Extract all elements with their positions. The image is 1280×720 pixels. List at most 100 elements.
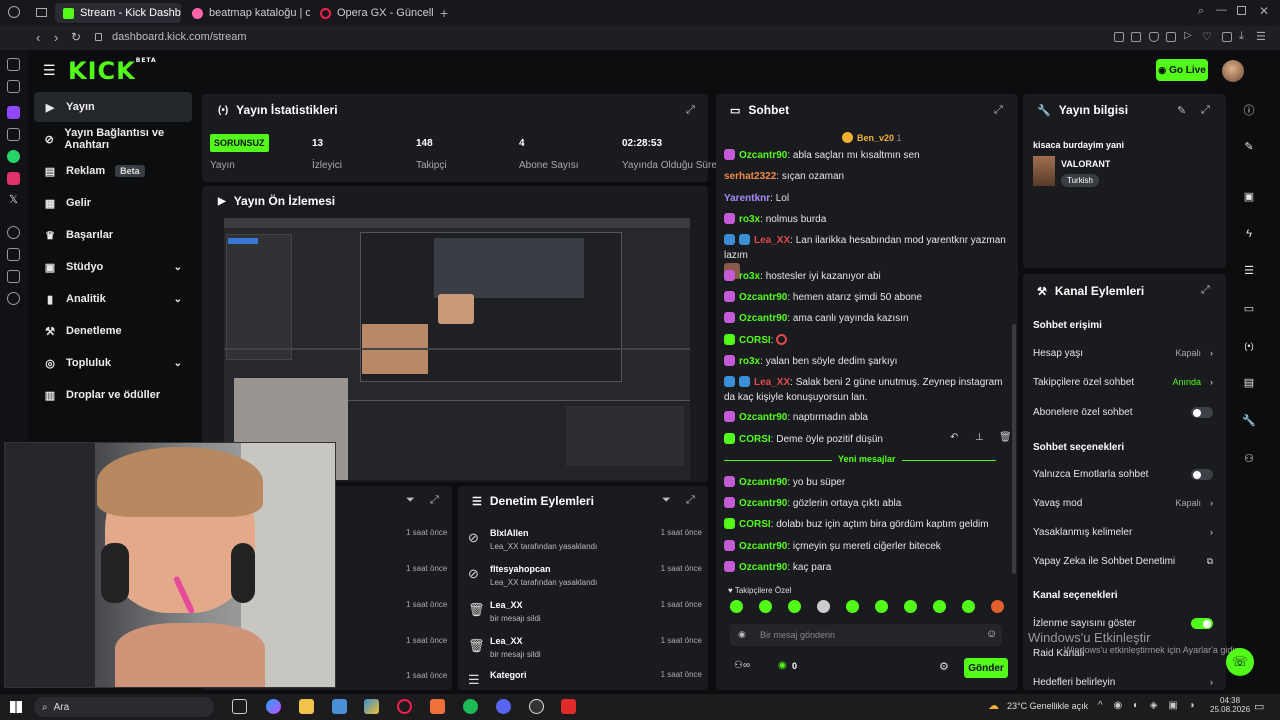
list-item[interactable]: 🗑 Lea_XX bir mesajı sildi 1 saat önce [468, 634, 702, 668]
hamburger-icon[interactable]: ☰ [43, 62, 56, 79]
help-chat-icon[interactable]: ☏ [1226, 648, 1254, 676]
gear-icon[interactable]: ⚙ [939, 660, 949, 673]
forward-icon[interactable]: › [54, 30, 58, 45]
opera-menu-icon[interactable] [8, 6, 20, 18]
weather-text[interactable]: 23°C Genellikle açık [1007, 701, 1088, 711]
reload-icon[interactable]: ↻ [71, 30, 81, 44]
x-twitter-icon[interactable]: 𝕏 [7, 194, 20, 207]
minimize-icon[interactable]: — [1216, 4, 1227, 16]
chat-message[interactable]: ro3x: nolmus burda [724, 212, 1008, 227]
file-explorer-icon[interactable] [299, 699, 314, 714]
sidebar-item-gelir[interactable]: ▦ Gelir [34, 188, 192, 218]
chat-message[interactable]: CORSI: Deme öyle pozitif düşün [724, 432, 1008, 447]
expand-icon[interactable]: ⤢ [686, 104, 695, 117]
expand-icon[interactable]: ⤢ [1201, 284, 1210, 297]
sidebar-cleaner-icon[interactable] [7, 128, 20, 141]
followers-chat-setting[interactable]: Takipçilere özel sohbet Anında › [1033, 377, 1213, 391]
trash-icon[interactable]: 🗑 [999, 432, 1012, 443]
emote-icon[interactable] [730, 600, 743, 613]
screenshot-icon[interactable] [1131, 32, 1141, 42]
firefox-icon[interactable] [430, 699, 445, 714]
tab-opera-gx[interactable]: Opera GX - Güncelleme tar [312, 3, 434, 23]
new-tab-icon[interactable]: + [440, 5, 448, 21]
sidebar-item-studyo[interactable]: ▣ Stüdyo ⌄ [34, 252, 192, 282]
chat-message[interactable]: Lea_XX: Salak beni 2 güne unutmuş. Zeyne… [724, 375, 1008, 405]
chat-message[interactable]: CORSI: dolabı buz için açtım bira gördüm… [724, 517, 1008, 532]
emote-icon[interactable] [759, 600, 772, 613]
snapshot-icon[interactable] [1114, 32, 1124, 42]
chat-message[interactable]: Ozcantr90: kaç para [724, 560, 1008, 575]
broadcast-icon[interactable]: (•) [1239, 336, 1259, 356]
community-icon[interactable]: ⚇∞ [734, 660, 750, 671]
info-icon[interactable]: ⓘ [1239, 100, 1259, 120]
close-window-icon[interactable]: ✕ [1259, 4, 1269, 18]
tab-kick-dashboard[interactable]: Stream - Kick Dashboard [55, 3, 181, 23]
list-icon[interactable]: ☰ [1239, 260, 1259, 280]
account-age-setting[interactable]: Hesap yaşı Kapalı › [1033, 348, 1213, 362]
instagram-icon[interactable] [7, 172, 20, 185]
ai-moderation-setting[interactable]: Yapay Zeka ile Sohbet Denetimi ⧉ [1033, 556, 1213, 570]
edit-icon[interactable]: ✎ [1239, 136, 1259, 156]
sidebar-item-analitik[interactable]: ▮ Analitik ⌄ [34, 284, 192, 314]
sidebar-item-yayin[interactable]: ▶ Yayın [34, 92, 192, 122]
system-tray-icons[interactable]: ^ ◉ ◐ ◈ ▣ ◑ [1098, 700, 1199, 711]
twitch-icon[interactable] [7, 106, 20, 119]
task-view-icon[interactable] [232, 699, 247, 714]
chat-message[interactable]: ro3x: yalan ben söyle dedim şarkıyı [724, 354, 1008, 369]
chat-message[interactable]: Ozcantr90: hemen atarız şimdi 50 abone [724, 290, 1008, 305]
chat-message[interactable]: Ozcantr90: naptırmadın abla [724, 410, 1008, 425]
list-item[interactable]: ☰ Kategori 1 saat önce [468, 668, 702, 688]
list-item[interactable]: 🗑 Lea_XX bir mesajı sildi 1 saat önce [468, 598, 702, 632]
show-viewers-toggle[interactable] [1191, 618, 1213, 629]
filter-icon[interactable]: ⏷ [662, 494, 671, 507]
expand-icon[interactable]: ⤢ [430, 494, 439, 507]
filter-icon[interactable]: ⏷ [406, 494, 415, 507]
expand-icon[interactable]: ⤢ [994, 104, 1003, 117]
emote-icon[interactable] [933, 600, 946, 613]
heart-icon[interactable]: ♡ [1202, 30, 1212, 43]
calendar-app-icon[interactable] [332, 699, 347, 714]
expand-icon[interactable]: ⤢ [686, 494, 695, 507]
download-icon[interactable] [1222, 32, 1232, 42]
subscribers-chat-toggle[interactable] [1191, 407, 1213, 418]
workspaces-icon[interactable] [36, 8, 47, 17]
chat-message[interactable]: serhat2322: sıçan ozaman [724, 169, 1008, 184]
sidebar-player-icon[interactable] [7, 270, 20, 283]
clock[interactable]: 04:38 25.08.2026 [1210, 696, 1250, 714]
sidebar-extensions-icon[interactable] [7, 248, 20, 261]
kick-logo[interactable]: KICKBETA [68, 57, 157, 85]
back-icon[interactable]: ‹ [36, 30, 40, 45]
chat-scrollbar[interactable] [1012, 324, 1016, 574]
shield-icon[interactable] [1149, 32, 1159, 42]
emote-icon[interactable] [817, 600, 830, 613]
slow-mode-setting[interactable]: Yavaş mod Kapalı › [1033, 498, 1213, 512]
pin-icon[interactable]: ⊥ [975, 432, 984, 443]
spotify-icon[interactable] [463, 699, 478, 714]
menu-icon[interactable]: ☰ [1256, 30, 1266, 43]
video-widget-icon[interactable]: ▣ [1239, 186, 1259, 206]
chat-message[interactable]: CORSI: [724, 333, 1008, 348]
list-item[interactable]: ⊘ BlxlAllen Lea_XX tarafından yasaklandı… [468, 526, 702, 560]
downloads-icon[interactable]: ⤓ [1239, 30, 1244, 43]
search-tabs-icon[interactable]: ⌕ [1198, 5, 1204, 18]
chat-message[interactable]: Ozcantr90: içmeyin şu mereti ciğerler bi… [724, 539, 1008, 554]
list-item[interactable]: ⊘ fltesyahopcan Lea_XX tarafından yasakl… [468, 562, 702, 596]
obs-icon[interactable] [529, 699, 544, 714]
chat-message[interactable]: ro3x: hostesler iyi kazanıyor abi [724, 269, 1008, 284]
community-icon[interactable]: ⚇ [1239, 448, 1259, 468]
layers-icon[interactable]: ▤ [1239, 372, 1259, 392]
avatar[interactable] [1222, 60, 1244, 82]
sidebar-item-denetleme[interactable]: ⚒ Denetleme [34, 316, 192, 346]
windows-start-icon[interactable] [10, 701, 22, 713]
sidebar-item-basarilar[interactable]: ♛ Başarılar [34, 220, 192, 250]
stream-preview-video[interactable] [224, 218, 690, 480]
chat-icon[interactable]: ▭ [1239, 298, 1259, 318]
app-icon[interactable] [561, 699, 576, 714]
wallet-icon[interactable] [1166, 32, 1176, 42]
go-live-button[interactable]: ◉ Go Live [1156, 59, 1208, 81]
sidebar-item-stream-key[interactable]: ⊘ Yayın Bağlantısı ve Anahtarı [34, 124, 192, 154]
tab-osu[interactable]: beatmap kataloğu | osu! ✕ [184, 3, 310, 23]
chat-message[interactable]: Yarentknr: Lol [724, 191, 1008, 206]
emoji-icon[interactable]: ☺ [986, 628, 997, 640]
notification-icon[interactable]: ▭ [1254, 700, 1264, 713]
